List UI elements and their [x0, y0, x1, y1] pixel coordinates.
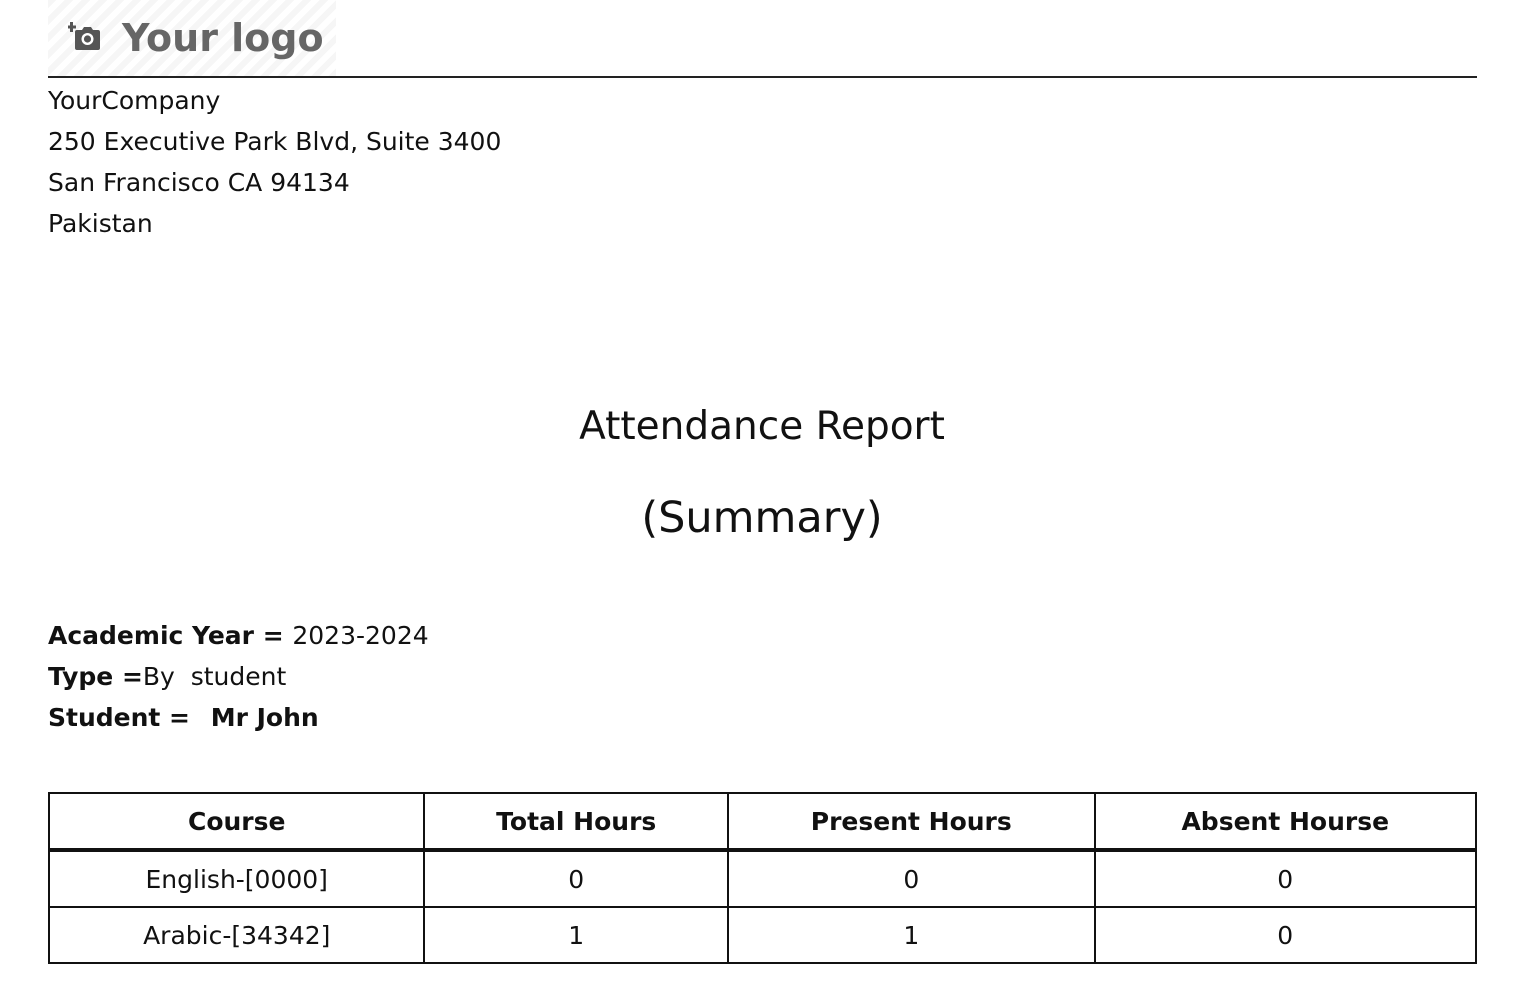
cell-course: English-[0000]	[47, 849, 426, 908]
cell-course: Arabic-[34342]	[47, 906, 426, 964]
attendance-table: Course Total Hours Present Hours Absent …	[47, 792, 1478, 964]
address-line-2: San Francisco CA 94134	[48, 168, 350, 197]
academic-year-value: 2023-2024	[292, 621, 429, 650]
address-country: Pakistan	[48, 209, 153, 238]
type-value: By student	[142, 662, 287, 691]
header-total-hours: Total Hours	[423, 792, 730, 852]
table-row: Arabic-[34342] 1 1 0	[47, 906, 1478, 964]
header-course: Course	[47, 792, 426, 852]
report-title: Attendance Report	[579, 404, 945, 449]
cell-present-hours: 0	[727, 849, 1096, 908]
company-logo: Your logo	[48, 0, 336, 76]
company-name: YourCompany	[48, 86, 221, 115]
cell-absent-hours: 0	[1093, 906, 1478, 964]
table-row: English-[0000] 0 0 0	[47, 849, 1478, 908]
report-subtitle: (Summary)	[641, 493, 883, 543]
cell-total-hours: 0	[423, 849, 730, 908]
student-label: Student =	[48, 703, 199, 732]
cell-present-hours: 1	[727, 906, 1096, 964]
header-present-hours: Present Hours	[727, 792, 1096, 852]
header-divider	[48, 76, 1477, 78]
cell-absent-hours: 0	[1093, 849, 1478, 908]
report-filters: Academic Year = 2023-2024 Type =By stude…	[48, 615, 429, 738]
type-line: Type =By student	[48, 656, 429, 697]
academic-year-label: Academic Year =	[48, 621, 293, 650]
camera-plus-icon	[68, 22, 100, 50]
table-header-row: Course Total Hours Present Hours Absent …	[47, 792, 1478, 852]
logo-text: Your logo	[122, 16, 324, 60]
cell-total-hours: 1	[423, 906, 730, 964]
academic-year-line: Academic Year = 2023-2024	[48, 615, 429, 656]
student-value: Mr John	[210, 703, 319, 732]
company-address: YourCompany 250 Executive Park Blvd, Sui…	[48, 80, 501, 244]
address-line-1: 250 Executive Park Blvd, Suite 3400	[48, 127, 502, 156]
type-label: Type =	[48, 662, 143, 691]
header-absent-hours: Absent Hourse	[1093, 792, 1478, 852]
student-line: Student = Mr John	[48, 697, 429, 738]
